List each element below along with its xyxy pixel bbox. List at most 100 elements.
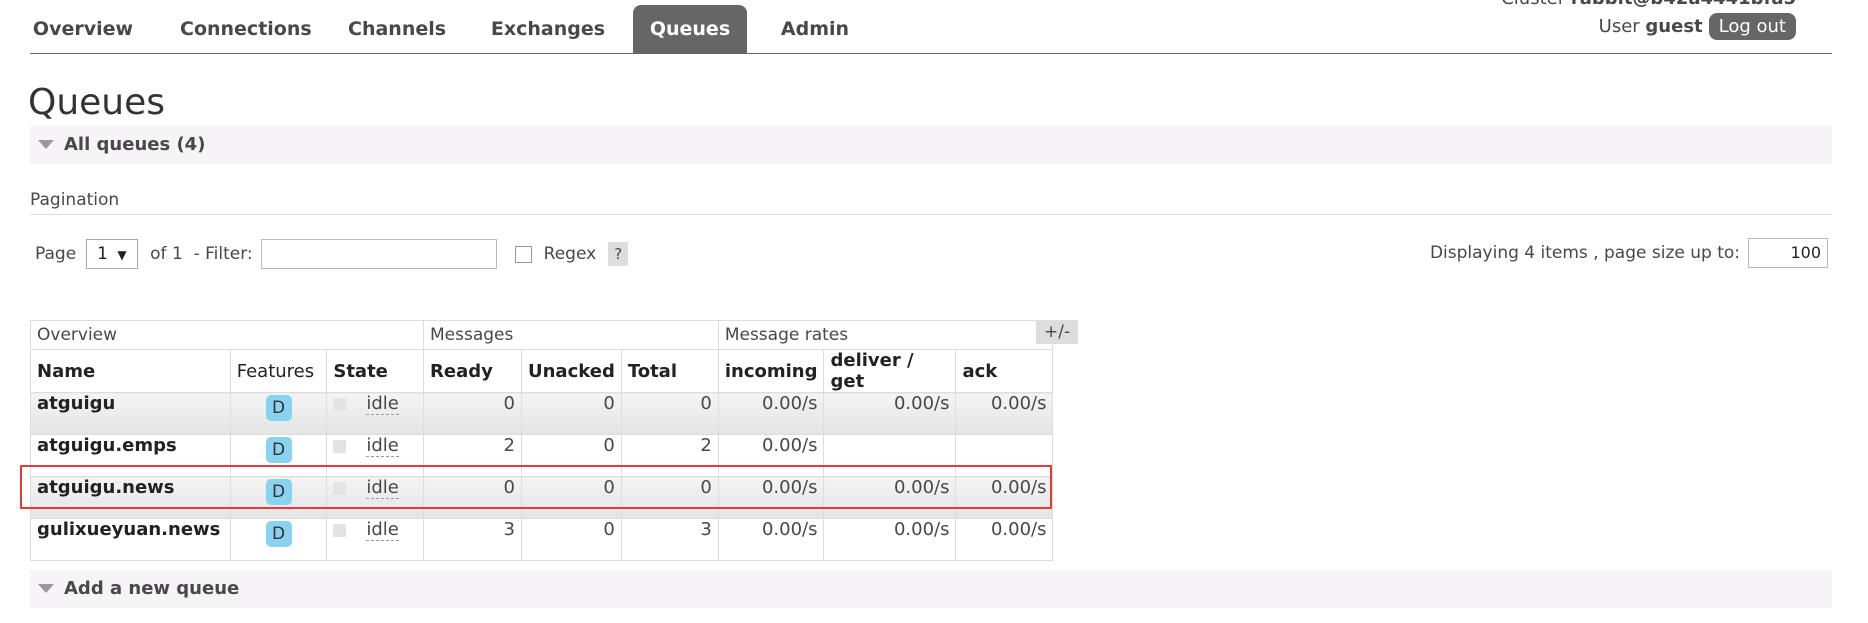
pagination-controls: Page 1 ▼ of 1 - Filter: Regex ? [35,238,629,270]
regex-checkbox[interactable] [514,245,532,263]
unacked-cell: 0 [521,476,622,519]
column-header-row: Name Features State Ready Unacked Total … [30,349,1054,393]
cluster-name: rabbit@b42a4441bfa5 [1571,0,1796,9]
pagination-label: Pagination [30,190,120,210]
pagination-divider [30,214,1832,215]
page-label: Page [35,244,77,264]
deliver-cell: 0.00/s [823,476,957,519]
regex-help-icon[interactable]: ? [608,242,629,266]
unacked-cell: 0 [521,434,622,477]
table-row[interactable]: atguigu.news D idle 0 0 0 0.00/s 0.00/s … [30,476,1054,519]
state-icon [333,397,347,411]
collapse-triangle-icon [38,583,54,593]
incoming-cell: 0.00/s [717,518,825,561]
table-row[interactable]: gulixueyuan.news D idle 3 0 3 0.00/s 0.0… [30,518,1054,561]
durable-badge: D [265,395,292,421]
incoming-cell: 0.00/s [717,476,825,519]
add-queue-toggle[interactable]: Add a new queue [30,570,1832,608]
displaying-text: Displaying 4 items , page size up to: [1429,243,1740,263]
tab-admin[interactable]: Admin [774,5,856,53]
column-toggle-button[interactable]: +/- [1036,320,1079,344]
dropdown-arrow-icon: ▼ [117,248,127,262]
group-header-row: Overview Messages Message rates [30,320,1054,350]
col-ack[interactable]: ack [955,349,1054,393]
page-select-value: 1 [97,244,108,264]
group-message-rates: Message rates [717,320,1054,350]
incoming-cell: 0.00/s [717,392,825,435]
user-area: User guest Log out [1599,13,1796,40]
page-size-input[interactable]: 100 [1748,238,1828,268]
total-cell: 0 [620,392,719,435]
filter-label: - Filter: [193,244,253,264]
ready-cell: 0 [423,392,522,435]
deliver-cell: 0.00/s [823,518,957,561]
ack-cell: 0.00/s [955,392,1054,435]
user-name: guest [1645,16,1703,37]
tab-exchanges[interactable]: Exchanges [490,5,606,53]
tab-connections[interactable]: Connections [180,5,312,53]
tab-overview[interactable]: Overview [30,5,136,53]
cluster-info: Cluster rabbit@b42a4441bfa5 [1501,0,1796,9]
cluster-label: Cluster [1501,0,1565,9]
filter-input[interactable] [260,239,497,269]
group-messages: Messages [423,320,719,350]
tab-queues[interactable]: Queues [633,5,747,53]
tab-channels[interactable]: Channels [348,5,446,53]
all-queues-toggle[interactable]: All queues (4) [30,126,1832,164]
logout-button[interactable]: Log out [1708,13,1796,40]
col-features: Features [229,349,328,393]
unacked-cell: 0 [521,518,622,561]
queue-name-link[interactable]: atguigu.news [30,476,231,519]
state-cell: idle [326,434,424,477]
ack-cell: 0.00/s [955,476,1054,519]
col-name[interactable]: Name [30,349,231,393]
table-row[interactable]: atguigu D idle 0 0 0 0.00/s 0.00/s 0.00/… [30,392,1054,435]
queues-table: Overview Messages Message rates Name Fea… [30,320,1054,561]
regex-label: Regex [543,244,597,264]
add-queue-label: Add a new queue [64,578,240,599]
ready-cell: 2 [423,434,522,477]
page-select[interactable]: 1 ▼ [86,239,139,269]
ready-cell: 0 [423,476,522,519]
display-info: Displaying 4 items , page size up to: 10… [1430,238,1828,268]
total-cell: 0 [620,476,719,519]
queue-name-link[interactable]: atguigu.emps [30,434,231,477]
col-unacked[interactable]: Unacked [521,349,622,393]
durable-badge: D [265,437,292,463]
state-icon [333,439,347,453]
total-cell: 3 [620,518,719,561]
user-label: User [1598,16,1640,37]
col-total[interactable]: Total [620,349,719,393]
features-cell: D [229,476,328,519]
col-incoming[interactable]: incoming [717,349,825,393]
col-state[interactable]: State [326,349,424,393]
total-cell: 2 [620,434,719,477]
unacked-cell: 0 [521,392,622,435]
state-text: idle [366,477,399,499]
ack-cell [955,434,1054,477]
state-text: idle [366,519,399,541]
group-overview: Overview [30,320,424,350]
state-cell: idle [326,476,424,519]
deliver-cell: 0.00/s [823,392,957,435]
ready-cell: 3 [423,518,522,561]
state-cell: idle [326,392,424,435]
durable-badge: D [265,521,292,547]
queue-name-link[interactable]: gulixueyuan.news [30,518,231,561]
of-pages-label: of 1 [150,244,183,264]
features-cell: D [229,392,328,435]
ack-cell: 0.00/s [955,518,1054,561]
state-text: idle [366,435,399,457]
col-ready[interactable]: Ready [423,349,522,393]
collapse-triangle-icon [38,139,54,149]
durable-badge: D [265,479,292,505]
state-cell: idle [326,518,424,561]
queue-name-link[interactable]: atguigu [30,392,231,435]
top-nav: Overview Connections Channels Exchanges … [30,0,1832,54]
col-deliver-get[interactable]: deliver / get [823,349,957,393]
table-row[interactable]: atguigu.emps D idle 2 0 2 0.00/s [30,434,1054,477]
deliver-cell [823,434,957,477]
incoming-cell: 0.00/s [717,434,825,477]
state-text: idle [366,393,399,415]
state-icon [333,481,347,495]
